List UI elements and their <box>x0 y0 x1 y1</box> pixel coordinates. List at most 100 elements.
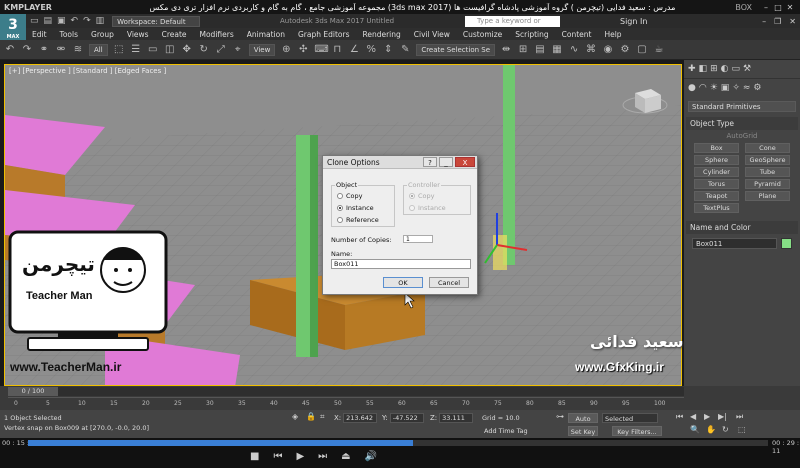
menu-help[interactable]: Help <box>604 30 621 39</box>
controller-radio-instance[interactable]: Instance <box>409 204 446 212</box>
radio-instance[interactable]: Instance <box>337 204 374 212</box>
cancel-button[interactable]: Cancel <box>429 277 469 288</box>
menu-content[interactable]: Content <box>562 30 592 39</box>
create-tab-icon[interactable]: ✚ <box>688 64 696 74</box>
rendered-frame-icon[interactable]: ▢ <box>636 44 648 55</box>
box-button[interactable]: Box <box>694 143 739 153</box>
undo-icon[interactable]: ↶ <box>4 44 16 55</box>
menu-group[interactable]: Group <box>91 30 114 39</box>
geometry-icon[interactable]: ● <box>688 83 696 93</box>
radio-reference[interactable]: Reference <box>337 216 379 224</box>
sphere-button[interactable]: Sphere <box>694 155 739 165</box>
spinner-snap-icon[interactable]: ⇕ <box>382 44 394 55</box>
playback-progress-bar[interactable] <box>28 440 768 446</box>
menu-scripting[interactable]: Scripting <box>515 30 548 39</box>
y-coordinate-field[interactable]: -47.522 <box>389 413 424 423</box>
snap-toggle-icon[interactable]: ⊓ <box>331 44 343 55</box>
window-crossing-icon[interactable]: ◫ <box>164 44 176 55</box>
menu-customize[interactable]: Customize <box>463 30 502 39</box>
pivot-icon[interactable]: ⊕ <box>280 44 292 55</box>
name-and-color-header[interactable]: Name and Color <box>686 221 798 234</box>
torus-button[interactable]: Torus <box>694 179 739 189</box>
schematic-view-icon[interactable]: ⌘ <box>585 44 597 55</box>
pyramid-button[interactable]: Pyramid <box>745 179 790 189</box>
player-next-icon[interactable]: ⏭ <box>318 451 327 462</box>
utilities-tab-icon[interactable]: ⚒ <box>743 64 751 74</box>
time-slider[interactable]: 0 / 100 <box>8 387 684 396</box>
autogrid-checkbox[interactable]: AutoGrid <box>684 132 800 140</box>
motion-tab-icon[interactable]: ◐ <box>721 64 729 74</box>
dialog-minimize-button[interactable]: _ <box>439 157 453 167</box>
project-icon[interactable]: ▥ <box>96 16 105 26</box>
select-object-icon[interactable]: ⬚ <box>113 44 125 55</box>
new-file-icon[interactable]: ▭ <box>30 16 39 26</box>
close-icon[interactable]: ✕ <box>784 3 796 12</box>
toggle-ribbon-icon[interactable]: ▦ <box>551 44 563 55</box>
textplus-button[interactable]: TextPlus <box>694 203 739 213</box>
menu-civil-view[interactable]: Civil View <box>414 30 450 39</box>
render-production-icon[interactable]: ☕ <box>653 44 665 55</box>
rotate-icon[interactable]: ↻ <box>198 44 210 55</box>
player-stop-icon[interactable]: ■ <box>250 451 259 462</box>
track-bar[interactable]: 0 5 10 15 20 25 30 35 40 45 50 55 60 65 70 75 80 85 90 95 10… <box>8 397 684 409</box>
go-to-end-icon[interactable]: ⏭ <box>736 412 743 422</box>
player-volume-icon[interactable]: 🔊 <box>365 451 377 462</box>
teapot-button[interactable]: Teapot <box>694 191 739 201</box>
radio-copy[interactable]: Copy <box>337 192 363 200</box>
bind-space-warp-icon[interactable]: ≋ <box>72 44 84 55</box>
open-file-icon[interactable]: ▤ <box>44 16 53 26</box>
maximize-viewport-icon[interactable]: ⬚ <box>738 425 746 434</box>
app-close-icon[interactable]: ✕ <box>789 17 796 26</box>
maximize-icon[interactable]: □ <box>772 3 784 12</box>
move-icon[interactable]: ✥ <box>181 44 193 55</box>
workspace-select[interactable]: Workspace: Default <box>112 15 201 27</box>
percent-snap-icon[interactable]: % <box>365 44 377 55</box>
time-slider-thumb[interactable]: 0 / 100 <box>8 387 58 396</box>
set-key-mode-icon[interactable]: ⊶ <box>556 412 564 421</box>
next-frame-icon[interactable]: ▶| <box>718 412 727 421</box>
absolute-mode-icon[interactable]: ⌗ <box>320 412 325 422</box>
menu-graph-editors[interactable]: Graph Editors <box>298 30 350 39</box>
primitive-category-dropdown[interactable]: Standard Primitives <box>688 101 796 112</box>
render-setup-icon[interactable]: ⚙ <box>619 44 631 55</box>
prev-frame-icon[interactable]: ◀ <box>690 412 696 421</box>
edit-named-selection-icon[interactable]: ✎ <box>399 44 411 55</box>
dialog-close-button[interactable]: X <box>455 157 475 167</box>
cone-button[interactable]: Cone <box>745 143 790 153</box>
lights-icon[interactable]: ☀ <box>710 83 718 93</box>
viewport-label[interactable]: [+] [Perspective ] [Standard ] [Edged Fa… <box>9 67 166 75</box>
controller-radio-copy[interactable]: Copy <box>409 192 435 200</box>
placement-icon[interactable]: ⌖ <box>232 44 244 55</box>
link-icon[interactable]: ⚭ <box>38 44 50 55</box>
orbit-icon[interactable]: ↻ <box>722 425 729 434</box>
copies-spinner[interactable]: 1 <box>403 235 433 243</box>
menu-rendering[interactable]: Rendering <box>362 30 400 39</box>
named-selection-dropdown[interactable]: Create Selection Se <box>416 43 496 56</box>
minimize-icon[interactable]: – <box>760 3 772 12</box>
selection-filter-dropdown[interactable]: All <box>89 43 108 56</box>
save-icon[interactable]: ▣ <box>57 16 66 26</box>
add-time-tag[interactable]: Add Time Tag <box>484 427 528 435</box>
z-coordinate-field[interactable]: 33.111 <box>439 413 474 423</box>
menu-animation[interactable]: Animation <box>247 30 285 39</box>
tube-button[interactable]: Tube <box>745 167 790 177</box>
search-input[interactable]: Type a keyword or phrase <box>465 15 560 36</box>
play-icon[interactable]: ▶ <box>704 412 710 421</box>
redo-icon[interactable]: ↷ <box>83 16 91 26</box>
helpers-icon[interactable]: ✧ <box>732 83 740 93</box>
menu-views[interactable]: Views <box>127 30 149 39</box>
material-editor-icon[interactable]: ◉ <box>602 44 614 55</box>
curve-editor-icon[interactable]: ∿ <box>568 44 580 55</box>
app-minimize-icon[interactable]: – <box>762 17 766 26</box>
align-icon[interactable]: ⊞ <box>517 44 529 55</box>
name-input[interactable]: Box011 <box>331 259 471 269</box>
geosphere-button[interactable]: GeoSphere <box>745 155 790 165</box>
rectangular-selection-icon[interactable]: ▭ <box>147 44 159 55</box>
pan-icon[interactable]: ✋ <box>706 425 716 434</box>
object-type-header[interactable]: Object Type <box>686 117 798 130</box>
zoom-icon[interactable]: 🔍 <box>690 425 700 434</box>
object-color-swatch[interactable] <box>781 238 792 249</box>
modify-tab-icon[interactable]: ◧ <box>699 64 708 74</box>
keyboard-shortcut-icon[interactable]: ⌨ <box>314 44 328 55</box>
hierarchy-tab-icon[interactable]: ⊞ <box>710 64 718 74</box>
